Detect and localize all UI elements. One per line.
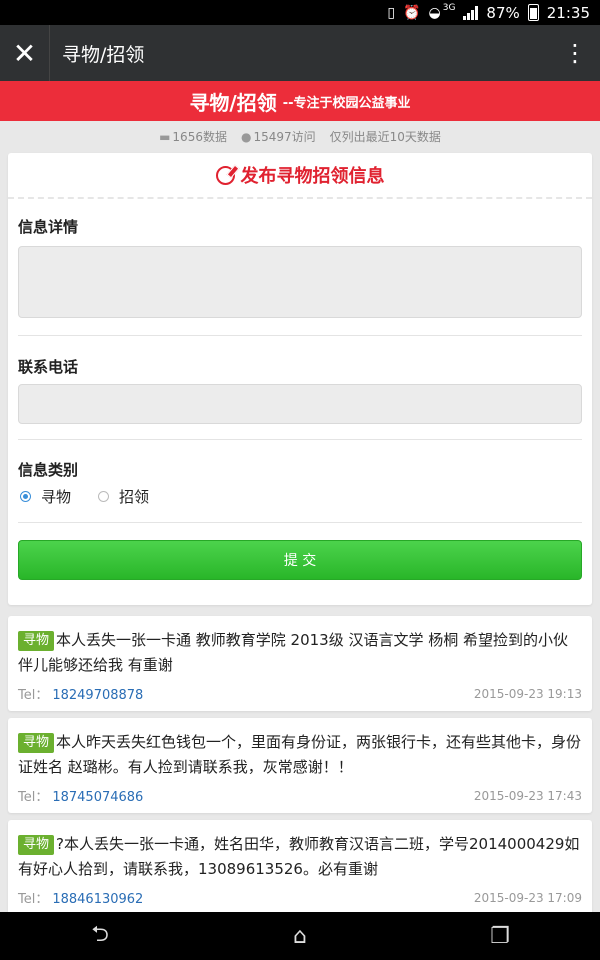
list-item[interactable]: 寻物 本人丢失一张一卡通 教师教育学院 2013级 汉语言文学 杨桐 希望捡到的小… — [8, 616, 592, 711]
status-bar: ▯ ⏰ ◒ 3G 87% 21:35 — [0, 0, 600, 25]
recents-icon[interactable]: ❐ — [460, 924, 540, 949]
tel-link[interactable]: 18846130962 — [52, 892, 143, 907]
signal-icon — [463, 5, 479, 20]
radio-lost[interactable] — [20, 491, 31, 502]
divider — [18, 335, 582, 336]
post-time: 2015-09-23 17:43 — [473, 788, 582, 803]
category-tag: 寻物 — [18, 631, 55, 651]
submit-button[interactable]: 提 交 — [18, 540, 582, 580]
more-vertical-icon: ⋮ — [563, 39, 587, 67]
alarm-icon: ⏰ — [403, 4, 421, 21]
post-time: 2015-09-23 17:09 — [473, 890, 582, 905]
banner-subtitle: --专注于校园公益事业 — [282, 95, 411, 111]
visit-count: ● 15497访问 — [240, 129, 316, 144]
form-header: 发布寻物招领信息 — [8, 153, 592, 199]
radio-found-label[interactable]: 招领 — [119, 486, 149, 507]
more-options-button[interactable]: ⋮ — [550, 25, 600, 81]
home-icon[interactable]: ⌂ — [260, 924, 340, 949]
divider — [18, 522, 582, 523]
category-tag: 寻物 — [18, 733, 55, 753]
post-text: 本人丢失一张一卡通 教师教育学院 2013级 汉语言文学 杨桐 希望捡到的小伙伴… — [18, 631, 569, 674]
close-button[interactable]: ✕ — [0, 25, 50, 81]
battery-icon — [527, 4, 539, 21]
list-item[interactable]: 寻物 ?本人丢失一张一卡通，姓名田华，教师教育汉语言二班，学号2014000429… — [8, 820, 592, 915]
list-item[interactable]: 寻物 本人昨天丢失红色钱包一个，里面有身份证，两张银行卡，还有些其他卡，身份证姓名… — [8, 718, 592, 813]
system-nav-bar: ⮌ ⌂ ❐ — [0, 912, 600, 960]
post-text: 本人昨天丢失红色钱包一个，里面有身份证，两张银行卡，还有些其他卡，身份证姓名 赵… — [18, 733, 582, 776]
battery-percent: 87% — [486, 3, 520, 22]
divider — [18, 439, 582, 440]
post-time: 2015-09-23 19:13 — [473, 686, 582, 701]
user-icon: ● — [240, 129, 252, 144]
detail-label: 信息详情 — [18, 218, 79, 236]
tel-link[interactable]: 18745074686 — [52, 790, 143, 805]
wifi-icon: ◒ — [428, 4, 441, 21]
post-form: 发布寻物招领信息 信息详情 联系电话 信息类别 寻物 招领 提 交 — [8, 153, 592, 605]
vibrate-icon: ▯ — [387, 4, 396, 21]
category-tag: 寻物 — [18, 835, 55, 855]
tel-label: Tel： — [18, 688, 49, 703]
data-count: ▬ 1656数据 — [159, 129, 227, 144]
form-title: 发布寻物招领信息 — [240, 166, 385, 187]
type-radio-group: 寻物 招领 — [20, 486, 149, 507]
stats-row: ▬ 1656数据 ● 15497访问 仅列出最近10天数据 — [0, 121, 600, 151]
comment-icon: ▬ — [159, 129, 171, 144]
stats-note: 仅列出最近10天数据 — [329, 129, 441, 144]
banner-title: 寻物/招领 — [189, 90, 277, 115]
edit-icon — [215, 165, 235, 185]
phone-input[interactable] — [18, 384, 582, 424]
tel-label: Tel： — [18, 790, 49, 805]
page-banner: 寻物/招领 --专注于校园公益事业 — [0, 81, 600, 121]
post-text: ?本人丢失一张一卡通，姓名田华，教师教育汉语言二班，学号2014000429如有… — [18, 835, 580, 878]
tel-link[interactable]: 18249708878 — [52, 688, 143, 703]
phone-label: 联系电话 — [18, 358, 79, 376]
clock: 21:35 — [546, 3, 590, 22]
network-type: 3G — [442, 3, 456, 13]
tel-label: Tel： — [18, 892, 49, 907]
detail-textarea[interactable] — [18, 246, 582, 318]
radio-lost-label[interactable]: 寻物 — [41, 486, 71, 507]
app-title: 寻物/招领 — [62, 43, 145, 66]
back-icon[interactable]: ⮌ — [60, 917, 140, 955]
radio-found[interactable] — [98, 491, 110, 502]
app-bar: ✕ 寻物/招领 ⋮ — [0, 25, 600, 81]
type-label: 信息类别 — [18, 461, 79, 479]
close-icon: ✕ — [12, 36, 37, 70]
